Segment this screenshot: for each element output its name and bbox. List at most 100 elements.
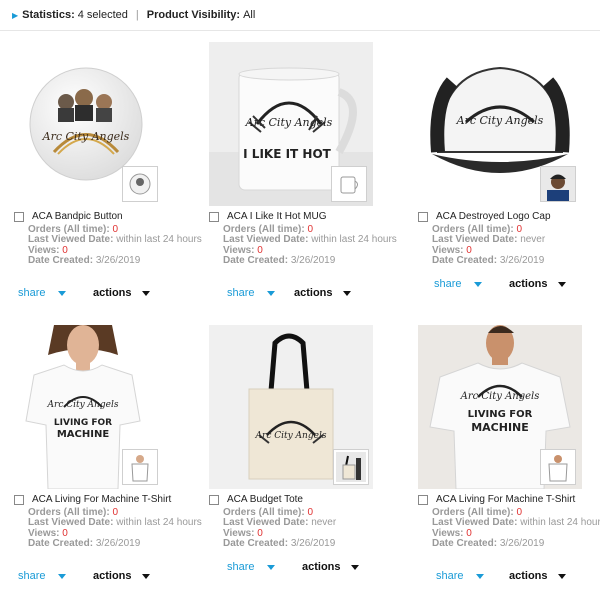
stat-text: never bbox=[520, 234, 546, 245]
product-card: Arc City Angels I LIKE IT HOT ACA I Like… bbox=[209, 42, 409, 302]
alt-view-thumbnail[interactable] bbox=[122, 449, 158, 485]
stat-text: Date Created: bbox=[432, 538, 498, 549]
stat-text: Orders (All time): bbox=[223, 223, 305, 235]
views-value: 0 bbox=[62, 244, 68, 256]
stat-text: share bbox=[18, 570, 46, 582]
actions-chevron-down-icon bbox=[342, 290, 351, 296]
stat-text: within last 24 hours bbox=[311, 234, 397, 245]
share-button[interactable]: share bbox=[434, 278, 509, 290]
stat-text: Views: bbox=[432, 244, 464, 256]
alt-view-thumbnail[interactable] bbox=[122, 166, 158, 202]
product-card: Arc City Angels LIVING FOR MACHINE ACA L… bbox=[14, 325, 214, 587]
share-chevron-down-icon bbox=[266, 290, 275, 296]
share-button[interactable]: share bbox=[18, 570, 93, 582]
stat-text: Last Viewed Date: bbox=[28, 517, 114, 528]
stat-value: 0 bbox=[466, 244, 472, 256]
stat-text: 3/26/2019 bbox=[499, 538, 545, 549]
svg-text:I LIKE IT HOT: I LIKE IT HOT bbox=[243, 147, 332, 161]
share-chevron-down-icon bbox=[266, 564, 275, 570]
stat-value: 0 bbox=[257, 527, 263, 539]
product-image[interactable]: Arc City Angels LIVING FOR MACHINE bbox=[14, 325, 178, 489]
product-title[interactable]: ACA I Like It Hot MUG bbox=[227, 211, 326, 223]
svg-text:Arc City Angels: Arc City Angels bbox=[456, 114, 544, 127]
stat-text: Orders (All time): bbox=[223, 506, 305, 518]
actions-button[interactable]: actions bbox=[93, 287, 150, 299]
product-image[interactable]: Arc City Angels bbox=[209, 325, 373, 489]
product-title[interactable]: ACA Budget Tote bbox=[227, 494, 303, 506]
product-title[interactable]: ACA Living For Machine T-Shirt bbox=[32, 494, 171, 506]
svg-text:Arc City Angels: Arc City Angels bbox=[460, 391, 540, 402]
date-created-label: Date Created: bbox=[28, 255, 94, 266]
product-card: Arc City Angels ACA Destroyed Logo Cap O… bbox=[418, 42, 600, 302]
stat-text: Views: bbox=[223, 244, 255, 256]
share-chevron-down-icon bbox=[473, 281, 482, 287]
last-viewed-value: within last 24 hours bbox=[116, 234, 202, 245]
stat-text: Date Created: bbox=[432, 255, 498, 266]
product-image[interactable]: Arc City Angels I LIKE IT HOT bbox=[209, 42, 373, 206]
card-actions: share actions bbox=[418, 570, 600, 582]
stat-text: Date Created: bbox=[28, 538, 94, 549]
select-checkbox[interactable] bbox=[14, 495, 24, 506]
svg-text:Arc City Angels: Arc City Angels bbox=[245, 116, 333, 129]
select-checkbox[interactable] bbox=[418, 495, 428, 506]
product-info: ACA Bandpic Button Orders (All time): 0 … bbox=[14, 211, 214, 267]
stat-text: Orders (All time): bbox=[432, 223, 514, 235]
stat-value: 0 bbox=[112, 506, 119, 518]
stat-value: 0 bbox=[257, 244, 263, 256]
stat-text: actions bbox=[302, 561, 341, 573]
stat-text: Date Created: bbox=[223, 538, 289, 549]
select-checkbox[interactable] bbox=[209, 212, 219, 223]
actions-chevron-down-icon bbox=[557, 281, 566, 287]
visibility-label[interactable]: Product Visibility: bbox=[147, 9, 240, 21]
alt-view-thumbnail[interactable] bbox=[540, 449, 576, 485]
product-info: ACA Budget Tote Orders (All time): 0 Las… bbox=[209, 494, 409, 550]
actions-button[interactable]: actions bbox=[302, 561, 359, 573]
stat-text: actions bbox=[93, 287, 132, 299]
expand-triangle-icon[interactable]: ▶ bbox=[12, 11, 18, 20]
share-chevron-down-icon bbox=[57, 290, 66, 296]
product-image[interactable]: Arc City Angels LIVING FOR MACHINE bbox=[418, 325, 582, 489]
stat-value: 0 bbox=[62, 527, 68, 539]
select-checkbox[interactable] bbox=[209, 495, 219, 506]
stat-text: 3/26/2019 bbox=[290, 255, 336, 266]
stat-text: actions bbox=[93, 570, 132, 582]
share-button[interactable]: share bbox=[227, 561, 302, 573]
logo-text: Arc City Angels bbox=[42, 130, 130, 143]
stat-value: 0 bbox=[466, 527, 472, 539]
stat-text: share bbox=[18, 287, 46, 299]
product-image[interactable]: Arc City Angels bbox=[14, 42, 178, 206]
select-checkbox[interactable] bbox=[14, 212, 24, 223]
stat-text: Views: bbox=[28, 527, 60, 539]
share-button[interactable]: share bbox=[436, 570, 509, 582]
actions-button[interactable]: actions bbox=[509, 570, 566, 582]
stat-text: share bbox=[436, 570, 464, 582]
product-title[interactable]: ACA Destroyed Logo Cap bbox=[436, 211, 551, 223]
stat-text: Views: bbox=[223, 527, 255, 539]
product-info: ACA I Like It Hot MUG Orders (All time):… bbox=[209, 211, 409, 267]
product-title[interactable]: ACA Living For Machine T-Shirt bbox=[436, 494, 575, 506]
date-created-value: 3/26/2019 bbox=[95, 255, 141, 266]
actions-button[interactable]: actions bbox=[93, 570, 150, 582]
actions-chevron-down-icon bbox=[557, 573, 566, 579]
share-button[interactable]: share bbox=[18, 287, 93, 299]
actions-button[interactable]: actions bbox=[294, 287, 351, 299]
stat-value: 0 bbox=[307, 506, 314, 518]
stat-text: Last Viewed Date: bbox=[432, 517, 518, 528]
alt-view-thumbnail[interactable] bbox=[333, 449, 369, 485]
card-actions: share actions bbox=[418, 278, 600, 290]
product-card: Arc City Angels LIVING FOR MACHINE ACA L… bbox=[418, 325, 600, 587]
share-chevron-down-icon bbox=[475, 573, 484, 579]
actions-button[interactable]: actions bbox=[509, 278, 566, 290]
stat-text: 3/26/2019 bbox=[290, 538, 336, 549]
product-title[interactable]: ACA Bandpic Button bbox=[32, 211, 123, 223]
share-button[interactable]: share bbox=[227, 287, 294, 299]
select-checkbox[interactable] bbox=[418, 212, 428, 223]
statistics-label[interactable]: Statistics: bbox=[22, 9, 75, 21]
stat-text: Date Created: bbox=[223, 255, 289, 266]
alt-view-thumbnail[interactable] bbox=[331, 166, 367, 202]
product-image[interactable]: Arc City Angels bbox=[418, 42, 582, 206]
product-card: Arc City Angels ACA Budget Tote Orders (… bbox=[209, 325, 409, 587]
alt-view-thumbnail[interactable] bbox=[540, 166, 576, 202]
stat-text: share bbox=[227, 561, 255, 573]
last-viewed-label: Last Viewed Date: bbox=[28, 234, 114, 245]
